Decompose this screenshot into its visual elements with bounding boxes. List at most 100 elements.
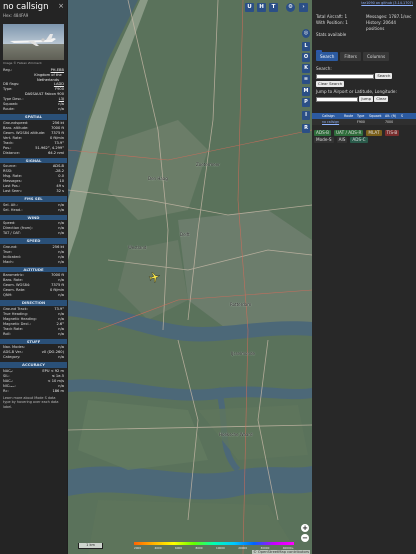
section-header-altitude: ALTITUDE <box>0 266 67 272</box>
city-label: Zoetermeer <box>196 162 220 167</box>
detail-row-label: Last Seen: <box>3 189 22 193</box>
detail-row-value: n/a <box>58 355 64 359</box>
detail-row-value: 64.2 nmi <box>48 150 64 155</box>
detail-row-label: Sel. Head.: <box>3 207 23 212</box>
detail-row-label: Mach: <box>3 259 14 264</box>
search-input[interactable] <box>316 73 374 79</box>
map-tiles <box>68 0 312 554</box>
toggle-i-button[interactable]: I <box>302 111 310 120</box>
collapse-panel-icon[interactable]: › <box>299 3 308 12</box>
detail-row: TAT / OAT: n/a <box>0 231 67 236</box>
close-icon[interactable]: × <box>58 2 64 10</box>
toggle-u-button[interactable]: U <box>245 3 254 12</box>
layers-icon[interactable]: ≡ <box>302 75 310 84</box>
detail-row-value: n/a <box>58 231 64 235</box>
toggle-p-button[interactable]: P <box>302 98 310 107</box>
country-row: Kingdom of the Netherlands <box>0 73 67 82</box>
detail-row-label: Distance: <box>3 150 20 155</box>
city-label: Rotterdam <box>230 302 252 307</box>
with-position: With Position: 1 <box>316 20 348 25</box>
jump-label: Jump to Airport or Latitude, Longitude: <box>316 89 397 94</box>
table-row[interactable]: no callsign F900 7000 <box>312 119 416 125</box>
route-row: Route: n/a <box>3 107 64 111</box>
detail-hex: Hex: 484FA9 <box>3 13 29 18</box>
info-panel: tar1090 on github (3.14.1707) Total Airc… <box>312 0 416 554</box>
toggle-k-button[interactable]: K <box>302 64 310 73</box>
detail-row-label: Rᴄ: <box>3 388 9 393</box>
source-chip[interactable]: TIS-B <box>384 130 400 136</box>
detail-row-value: 186 m <box>52 388 64 393</box>
photo-credit: Image © Fabian Zimmerli <box>3 61 42 65</box>
stats-available: Stats available <box>316 32 347 37</box>
detail-row-value: n/a <box>58 331 64 336</box>
toggle-l-button[interactable]: L <box>302 42 310 51</box>
settings-icon[interactable]: ⚙ <box>286 3 295 12</box>
map-view[interactable]: Den Haag Delft Rotterdam Hoeksche Waard … <box>68 0 312 554</box>
detail-row-label: Roll: <box>3 331 11 336</box>
toggle-r-button[interactable]: R <box>302 124 310 133</box>
city-label: Den Haag <box>148 176 168 181</box>
toggle-t-button[interactable]: T <box>269 3 278 12</box>
section-header-spatial: SPATIAL <box>0 114 67 120</box>
map-scale-bar: 1 km <box>78 543 103 549</box>
aircraft-photo[interactable] <box>3 24 64 60</box>
zoom-in-button[interactable]: + <box>301 524 309 532</box>
detail-row: Category: n/a <box>0 355 67 360</box>
tab-search[interactable]: Search <box>316 52 339 61</box>
section-header-signal: SIGNAL <box>0 157 67 163</box>
source-chip[interactable]: ADS-B <box>314 130 331 136</box>
section-header-accuracy: ACCURACY <box>0 362 67 368</box>
panel-tabs: Search Filters Columns <box>316 52 390 61</box>
aircraft-table: Callsign Route Type Squawk Alt. (ft) S n… <box>312 113 416 125</box>
version-link[interactable]: tar1090 on github (3.14.1707) <box>361 1 413 5</box>
city-label: Westland <box>128 245 147 250</box>
clear-jump-button[interactable]: Clear <box>374 96 389 102</box>
detail-row: Distance: 64.2 nmi <box>0 151 67 156</box>
tab-columns[interactable]: Columns <box>362 52 390 61</box>
jump-input[interactable] <box>316 96 358 102</box>
toggle-o-button[interactable]: O <box>302 53 310 62</box>
detail-row-label: QNH: <box>3 293 13 297</box>
map-attribution[interactable]: © OpenStreetMap contributors <box>252 550 310 554</box>
detail-row-value: n/a <box>58 259 64 264</box>
detail-row: Last Seen: 32 s <box>0 189 67 194</box>
detail-row: Sel. Head.: n/a <box>0 208 67 213</box>
jump-button[interactable]: Jump <box>359 96 373 102</box>
source-chip[interactable]: UAT / ADS-R <box>333 130 364 136</box>
section-header-fms-sel: FMS SEL <box>0 196 67 202</box>
detail-row-value: 32 s <box>56 189 64 193</box>
source-chip[interactable]: ADS-C <box>350 137 368 143</box>
city-label: Delft <box>180 232 190 237</box>
detail-footnote: Learn more about Mode S data type by hov… <box>3 395 59 409</box>
detail-row: QNH: n/a <box>0 293 67 298</box>
section-header-direction: DIRECTION <box>0 300 67 306</box>
detail-row-value: n/a <box>58 293 64 297</box>
detail-row: Mach: n/a <box>0 260 67 265</box>
search-block: Search: Search Clear Search Jump to Airp… <box>316 66 414 102</box>
city-label: Hoeksche Waard <box>219 432 253 437</box>
aircraft-detail-panel: no callsign Hex: 484FA9 × Image © Fabian… <box>0 0 67 554</box>
clear-search-button[interactable]: Clear Search <box>316 81 345 87</box>
identity-rows: Reg.: PH-EBB Kingdom of the Netherlands … <box>0 68 67 112</box>
toggle-m-button[interactable]: M <box>302 87 310 96</box>
center-aircraft-icon[interactable]: ◎ <box>302 29 310 38</box>
detail-header: no callsign Hex: 484FA9 × <box>0 0 67 20</box>
detail-row-label: TAT / OAT: <box>3 231 21 235</box>
search-button[interactable]: Search <box>375 73 393 79</box>
source-chip[interactable]: AIS <box>336 137 348 143</box>
section-header-wind: WIND <box>0 214 67 220</box>
jet-silhouette-icon <box>10 34 56 46</box>
source-chip[interactable]: MLAT <box>366 130 382 136</box>
country-value: Kingdom of the Netherlands <box>34 73 62 82</box>
tab-filters[interactable]: Filters <box>340 52 361 61</box>
altitude-color-legend <box>134 542 294 545</box>
detail-row-value: n/a <box>58 207 64 212</box>
toggle-h-button[interactable]: H <box>257 3 266 12</box>
detail-row: Roll: n/a <box>0 332 67 337</box>
zoom-out-button[interactable]: − <box>301 534 309 542</box>
section-header-speed: SPEED <box>0 238 67 244</box>
detail-sections: SPATIAL Groundspeed: 256 kt Baro. altitude:… <box>0 114 67 394</box>
source-chip[interactable]: Mode-S <box>314 137 334 143</box>
source-legend: ADS-B UAT / ADS-R MLAT TIS-B Mode-S AIS … <box>314 130 414 143</box>
section-header-stuff: STUFF <box>0 338 67 344</box>
